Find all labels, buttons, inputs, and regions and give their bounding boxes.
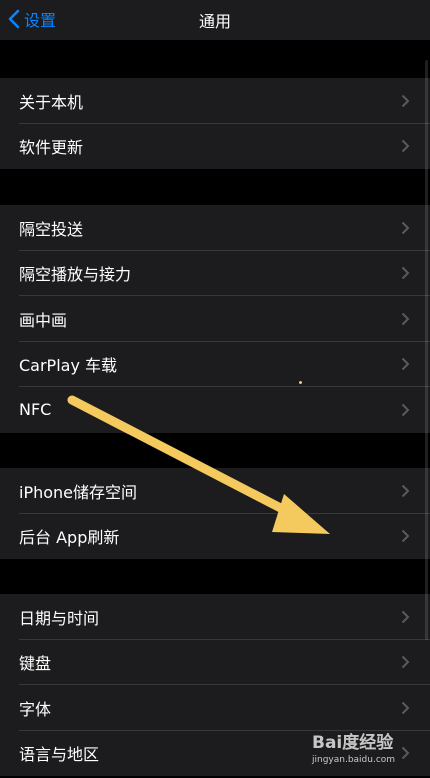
row-label: 后台 App刷新 (19, 528, 120, 548)
chevron-right-icon (401, 94, 410, 107)
chevron-right-icon (401, 701, 410, 714)
settings-row-background-app-refresh[interactable]: 后台 App刷新 (0, 514, 430, 560)
watermark: Bai度经验 jingyan.baidu.com (312, 728, 422, 776)
settings-row-picture-in-picture[interactable]: 画中画 (0, 296, 430, 342)
settings-row-airplay-handoff[interactable]: 隔空播放与接力 (0, 251, 430, 296)
scrollbar[interactable] (425, 60, 428, 640)
row-label: 隔空播放与接力 (19, 265, 132, 285)
page-title: 通用 (198, 12, 231, 31)
chevron-right-icon (401, 221, 410, 234)
settings-row-about[interactable]: 关于本机 (0, 78, 430, 124)
settings-row-software-update[interactable]: 软件更新 (0, 124, 430, 170)
chevron-right-icon (401, 610, 410, 623)
settings-row-airdrop[interactable]: 隔空投送 (0, 205, 430, 251)
chevron-right-icon (401, 530, 410, 543)
settings-group-about: 关于本机 软件更新 (0, 78, 430, 169)
row-label: CarPlay 车载 (19, 356, 118, 376)
row-label: 日期与时间 (19, 608, 100, 628)
row-label: 关于本机 (19, 92, 84, 112)
row-label: NFC (19, 400, 52, 420)
watermark-brand: Bai度经验 (312, 733, 394, 753)
settings-row-iphone-storage[interactable]: iPhone储存空间 (0, 468, 430, 514)
annotation-dot (299, 381, 302, 384)
chevron-right-icon (401, 656, 410, 669)
navigation-bar: 设置 通用 (0, 0, 430, 40)
chevron-right-icon (401, 312, 410, 325)
row-label: 隔空投送 (19, 219, 84, 239)
settings-row-fonts[interactable]: 字体 (0, 685, 430, 731)
chevron-right-icon (401, 403, 410, 416)
chevron-right-icon (401, 358, 410, 371)
row-label: 语言与地区 (19, 745, 100, 765)
settings-group-storage: iPhone储存空间 后台 App刷新 (0, 468, 430, 559)
settings-row-carplay[interactable]: CarPlay 车载 (0, 342, 430, 387)
row-label: 软件更新 (19, 138, 84, 158)
row-label: 画中画 (19, 310, 68, 330)
chevron-right-icon (401, 267, 410, 280)
row-label: 键盘 (19, 654, 52, 674)
settings-row-keyboard[interactable]: 键盘 (0, 640, 430, 685)
chevron-right-icon (401, 484, 410, 497)
row-label: 字体 (19, 699, 52, 719)
watermark-url: jingyan.baidu.com (312, 755, 396, 765)
settings-row-nfc[interactable]: NFC (0, 387, 430, 433)
chevron-right-icon (401, 140, 410, 153)
row-label: iPhone储存空间 (19, 482, 138, 502)
settings-group-connectivity: 隔空投送 隔空播放与接力 画中画 CarPlay 车载 NFC (0, 205, 430, 433)
settings-row-date-time[interactable]: 日期与时间 (0, 594, 430, 640)
